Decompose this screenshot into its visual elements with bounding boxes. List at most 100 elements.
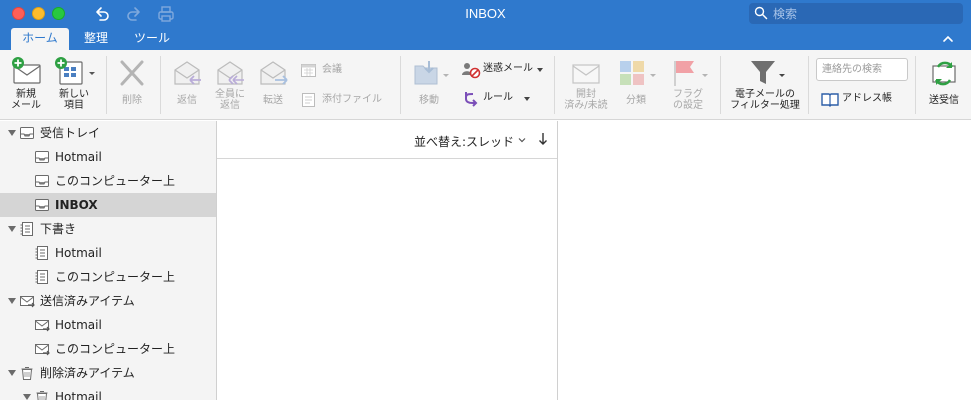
sort-by-button[interactable]: 並べ替え:スレッド: [414, 133, 514, 150]
search-input[interactable]: [773, 5, 955, 22]
folder-label: Hotmail: [55, 318, 102, 332]
move-label: 移動: [419, 95, 439, 106]
folder-item[interactable]: 削除済みアイテム: [0, 361, 216, 385]
tab-home[interactable]: ホーム: [11, 28, 69, 50]
search-box[interactable]: [749, 3, 963, 24]
move-button[interactable]: 移動: [407, 58, 451, 106]
collapse-ribbon-icon[interactable]: [940, 31, 956, 47]
address-book-label: アドレス帳: [842, 93, 892, 104]
meeting-label: 会議: [322, 64, 342, 75]
follow-up-label: フラグ の設定: [673, 89, 703, 111]
ribbon-separator: [720, 56, 721, 114]
sent-icon: [35, 320, 50, 332]
send-receive-button[interactable]: 送受信: [922, 58, 966, 106]
delete-button[interactable]: 削除: [112, 58, 152, 106]
junk-label: 迷惑メール: [483, 63, 533, 74]
delete-icon: [120, 60, 144, 86]
new-mail-label: 新規 メール: [11, 89, 41, 111]
folder-label: このコンピューター上: [55, 342, 176, 356]
folder-label: 送信済みアイテム: [40, 294, 135, 308]
disclosure-triangle-icon[interactable]: [7, 128, 17, 138]
tab-tools[interactable]: ツール: [128, 28, 176, 50]
folder-label: 下書き: [40, 222, 77, 236]
new-items-button[interactable]: 新しい 項目: [50, 56, 98, 111]
folder-item[interactable]: 下書き: [0, 217, 216, 241]
ribbon-separator: [400, 56, 401, 114]
address-book-icon: [821, 93, 839, 107]
folder-label: 受信トレイ: [40, 126, 101, 140]
flag-icon: [674, 61, 708, 86]
disclosure-triangle-icon[interactable]: [7, 368, 17, 378]
folder-item[interactable]: このコンピューター上: [0, 265, 216, 289]
attachment-icon: [302, 93, 315, 107]
folder-item[interactable]: INBOX: [0, 193, 216, 217]
reply-all-button[interactable]: 全員に 返信: [208, 58, 252, 111]
folder-pane: 受信トレイ Hotmail このコンピューター上 INBOX 下書き Hotmail このコ…: [0, 121, 217, 400]
new-mail-icon: [12, 57, 41, 84]
folder-item[interactable]: 送信済みアイテム: [0, 289, 216, 313]
message-list: 並べ替え:スレッド: [217, 121, 558, 400]
disclosure-triangle-icon[interactable]: [7, 224, 17, 234]
deleted-icon: [21, 367, 33, 380]
folder-label: INBOX: [55, 198, 98, 212]
junk-button[interactable]: 迷惑メール: [461, 61, 547, 79]
ribbon-separator: [554, 56, 555, 114]
inbox-icon: [20, 127, 34, 139]
categorize-button[interactable]: 分類: [614, 58, 658, 106]
folder-item[interactable]: このコンピューター上: [0, 337, 216, 361]
tab-organize[interactable]: 整理: [75, 28, 117, 50]
folder-item[interactable]: Hotmail: [0, 313, 216, 337]
folder-label: Hotmail: [55, 150, 102, 164]
categorize-label: 分類: [626, 95, 646, 106]
reply-icon: [174, 61, 201, 85]
inbox-icon: [35, 175, 49, 187]
title-bar: INBOX: [0, 0, 971, 28]
address-book-button[interactable]: アドレス帳: [820, 91, 904, 109]
folder-label: このコンピューター上: [55, 174, 176, 188]
new-items-label: 新しい 項目: [59, 89, 89, 111]
sort-bar: 並べ替え:スレッド: [217, 121, 557, 159]
inbox-icon: [35, 151, 49, 163]
follow-up-button[interactable]: フラグ の設定: [664, 58, 712, 111]
deleted-icon: [36, 391, 48, 400]
ribbon-separator: [160, 56, 161, 114]
ribbon-separator: [808, 56, 809, 114]
junk-icon: [462, 63, 481, 79]
new-mail-button[interactable]: 新規 メール: [6, 56, 46, 111]
ribbon-tab-bar: ホーム 整理 ツール: [0, 28, 971, 50]
folder-item[interactable]: Hotmail: [0, 241, 216, 265]
filter-icon: [751, 61, 785, 84]
search-icon: [754, 6, 768, 20]
forward-icon: [260, 61, 288, 85]
reply-all-icon: [217, 61, 244, 85]
meeting-button[interactable]: 会議: [300, 62, 370, 78]
send-receive-icon: [932, 61, 956, 86]
reply-all-label: 全員に 返信: [215, 89, 245, 111]
sort-direction-icon[interactable]: [537, 132, 549, 146]
filter-email-button[interactable]: 電子メールの フィルター処理: [725, 58, 805, 111]
reply-button[interactable]: 返信: [166, 58, 208, 106]
read-unread-button[interactable]: 開封 済み/未読: [560, 58, 612, 111]
rules-dropdown-icon: [524, 97, 530, 101]
sent-icon: [35, 344, 50, 356]
calendar-icon: [301, 64, 316, 77]
rules-button[interactable]: ルール: [461, 90, 531, 108]
delete-label: 削除: [122, 95, 142, 106]
read-unread-label: 開封 済み/未読: [564, 89, 608, 111]
contact-search-input[interactable]: [816, 58, 908, 81]
folder-label: Hotmail: [55, 390, 102, 400]
forward-button[interactable]: 転送: [253, 58, 293, 106]
inbox-icon: [35, 199, 49, 211]
attachment-button[interactable]: 添付ファイル: [300, 92, 392, 108]
folder-item[interactable]: このコンピューター上: [0, 169, 216, 193]
folder-item[interactable]: Hotmail: [0, 145, 216, 169]
disclosure-triangle-icon[interactable]: [22, 392, 32, 400]
ribbon-separator: [915, 56, 916, 114]
disclosure-triangle-icon[interactable]: [7, 296, 17, 306]
categorize-icon: [620, 61, 656, 85]
chevron-down-icon[interactable]: [517, 135, 527, 145]
folder-item[interactable]: Hotmail: [0, 385, 216, 400]
folder-item[interactable]: 受信トレイ: [0, 121, 216, 145]
drafts-icon: [35, 246, 48, 260]
reply-label: 返信: [177, 95, 197, 106]
